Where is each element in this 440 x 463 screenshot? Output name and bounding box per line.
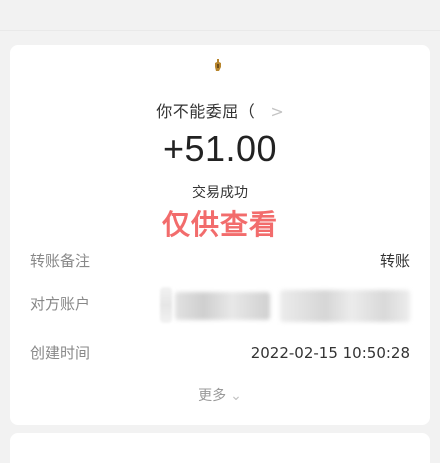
detail-row-remark: 转账备注 转账 xyxy=(30,249,410,273)
chevron-right-icon[interactable]: > xyxy=(270,101,283,123)
account-label: 对方账户 xyxy=(30,295,91,313)
detail-row-time: 创建时间 2022-02-15 10:50:28 xyxy=(30,341,410,365)
payer-row[interactable]: 你不能委屈（ > xyxy=(0,101,440,123)
remark-value: 转账 xyxy=(379,252,410,270)
chevron-down-icon[interactable]: ⌄ xyxy=(230,386,242,406)
watermark-text: 仅供查看 xyxy=(161,208,278,241)
more-toggle[interactable]: 更多 ⌄ xyxy=(0,386,440,406)
remark-label: 转账备注 xyxy=(30,252,91,270)
redacted-account-part xyxy=(160,287,172,323)
more-label[interactable]: 更多 xyxy=(198,388,226,404)
divider xyxy=(0,30,440,31)
transaction-amount: +51.00 xyxy=(162,128,278,169)
time-value: 2022-02-15 10:50:28 xyxy=(250,344,410,362)
payer-avatar-icon xyxy=(215,59,221,71)
redacted-account-part xyxy=(280,290,410,322)
time-label: 创建时间 xyxy=(30,344,91,362)
transaction-status: 交易成功 xyxy=(192,185,248,201)
payer-name[interactable]: 你不能委屈（ xyxy=(156,101,255,123)
next-card xyxy=(10,433,430,463)
redacted-account-part xyxy=(175,292,270,320)
top-strip xyxy=(0,0,440,30)
